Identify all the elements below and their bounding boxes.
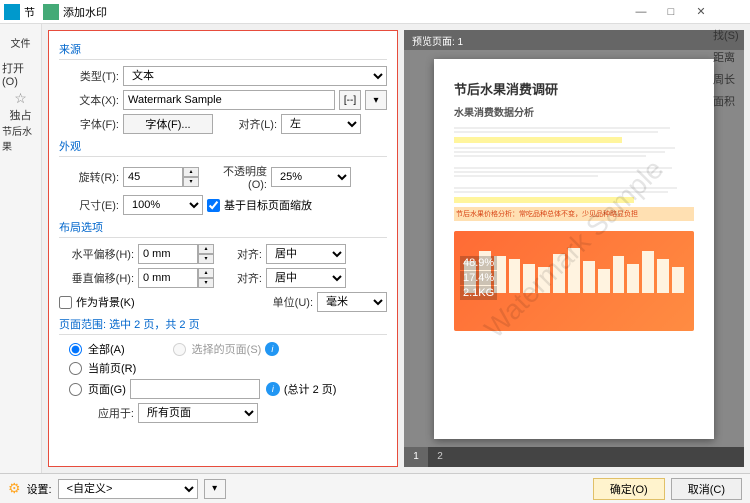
area-tool[interactable]: 面积 [710,90,750,112]
halign-select[interactable]: 居中 [266,244,346,264]
minimize-button[interactable]: — [626,1,656,23]
font-label: 字体(F): [59,116,119,132]
doc-subtitle: 水果消费数据分析 [454,104,694,119]
maximize-button[interactable]: □ [656,1,686,23]
banner-text: 节后水果价格分析：常吃品种总体不变，少见品种略显负担 [454,207,694,221]
find-tool[interactable]: 找(S) [710,24,750,46]
chart-box: 48.9% 17.4% 2.1KG [454,231,694,331]
doc-title: 节后水果消费调研 [454,79,694,98]
star-icon: ☆ [14,90,27,107]
valign-select[interactable]: 居中 [266,268,346,288]
appearance-section: 外观 [59,138,387,157]
preview-title: 预览页面: 1 [404,30,744,50]
type-select[interactable]: 文本 [123,66,387,86]
preview-panel: 预览页面: 1 节后水果消费调研 水果消费数据分析 节后水果价格分析：常吃品种总… [404,30,744,467]
unit-label: 单位(U): [253,294,313,310]
text-label: 文本(X): [59,92,119,108]
page-tab-1[interactable]: 1 [404,447,428,467]
config-panel: 来源 类型(T): 文本 文本(X): [--] ▾ 字体(F): 字体(F).… [48,30,398,467]
text-align-select[interactable]: 左 [281,114,361,134]
info-icon[interactable]: i [265,342,279,356]
rotate-spinner[interactable]: ▴▾ [123,167,203,187]
total-pages-label: (总计 2 页) [284,381,337,397]
background-checkbox[interactable] [59,296,72,309]
perimeter-tool[interactable]: 周长 [710,68,750,90]
hoffset-label: 水平偏移(H): [59,246,134,262]
current-page-label: 当前页(R) [88,360,136,376]
settings-select[interactable]: <自定义> [58,479,198,499]
valign-label: 对齐: [222,270,262,286]
current-page-radio[interactable] [69,362,82,375]
background-label: 作为背景(K) [76,294,135,310]
all-pages-label: 全部(A) [88,341,125,357]
text-dropdown-button[interactable]: ▾ [365,90,387,110]
layout-section: 布局选项 [59,219,387,238]
settings-menu-button[interactable]: ▾ [204,479,226,499]
text-input[interactable] [123,90,335,110]
dialog-icon [43,4,59,20]
rotate-label: 旋转(R): [59,169,119,185]
size-select[interactable]: 100% [123,195,203,215]
cancel-button[interactable]: 取消(C) [671,478,742,500]
voffset-spinner[interactable]: ▴▾ [138,268,218,288]
pages-radio[interactable] [69,383,82,396]
opacity-select[interactable]: 25% [271,167,351,187]
pages-input[interactable] [130,379,260,399]
app-icon [4,4,20,20]
halign-label: 对齐: [222,246,262,262]
opacity-label: 不透明度(O): [207,163,267,191]
source-section: 来源 [59,41,387,60]
window-title: 添加水印 [63,4,626,20]
pages-radio-label: 页面(G) [88,381,126,397]
font-button[interactable]: 字体(F)... [123,114,213,134]
all-pages-radio[interactable] [69,343,82,356]
settings-label: 设置: [27,481,52,497]
apply-select[interactable]: 所有页面 [138,403,258,423]
apply-label: 应用于: [59,405,134,421]
gear-icon[interactable]: ⚙ [8,480,21,497]
insert-macro-button[interactable]: [--] [339,90,361,110]
selected-pages-label: 选择的页面(S) [192,341,262,357]
type-label: 类型(T): [59,68,119,84]
preview-page: 节后水果消费调研 水果消费数据分析 节后水果价格分析：常吃品种总体不变，少见品种… [434,59,714,439]
page-tab-2[interactable]: 2 [428,447,452,467]
size-label: 尺寸(E): [59,197,119,213]
pagerange-section: 页面范围: 选中 2 页，共 2 页 [59,316,387,335]
distance-tool[interactable]: 距离 [710,46,750,68]
unit-select[interactable]: 毫米 [317,292,387,312]
open-button[interactable]: 打开(O) [2,60,39,88]
selected-pages-radio[interactable] [173,343,186,356]
scale-checkbox[interactable] [207,199,220,212]
text-align-label: 对齐(L): [217,116,277,132]
hoffset-spinner[interactable]: ▴▾ [138,244,218,264]
voffset-label: 垂直偏移(H): [59,270,134,286]
ok-button[interactable]: 确定(O) [593,478,665,500]
file-menu[interactable]: 文件 [2,28,39,56]
outer-tab-title: 节 [24,4,35,20]
exclusive-button[interactable]: ☆独占 [2,92,39,120]
scale-label: 基于目标页面缩放 [224,197,312,213]
info-icon-2[interactable]: i [266,382,280,396]
doc-tab[interactable]: 节后水果 [2,124,39,152]
close-button[interactable]: ✕ [686,1,716,23]
